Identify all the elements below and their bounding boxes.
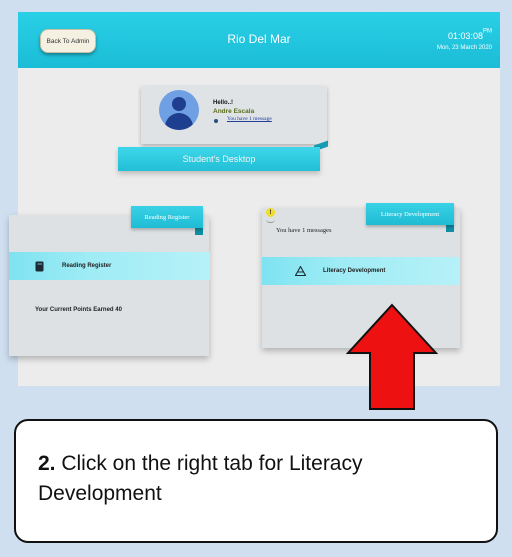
- avatar-icon: [159, 90, 199, 130]
- messages-count-text: You have 1 messages: [276, 227, 332, 234]
- book-icon: [33, 261, 45, 272]
- message-dot-icon: [214, 119, 218, 123]
- clock-date: Mon, 23 March 2020: [436, 45, 492, 51]
- tab-literacy-development[interactable]: Literacy Development: [366, 203, 454, 225]
- profile-card: Hello..! Andre Escala You have 1 message: [141, 86, 327, 144]
- clock: 01:03:08PM Mon, 23 March 2020: [437, 26, 492, 51]
- reading-register-band[interactable]: Reading Register: [9, 252, 210, 280]
- instruction-callout: 2. Click on the right tab for Literacy D…: [14, 419, 498, 543]
- user-name: Andre Escala: [213, 108, 255, 115]
- tab-reading-register[interactable]: Reading Register: [131, 206, 203, 228]
- alert-badge-icon: !: [266, 208, 275, 217]
- instruction-text: Click on the right tab for Literacy Deve…: [38, 452, 363, 505]
- literacy-development-label: Literacy Development: [323, 268, 386, 274]
- clock-time: 01:03:08: [447, 31, 483, 41]
- instruction-step: 2.: [38, 452, 56, 475]
- reading-register-label: Reading Register: [62, 263, 112, 269]
- pyramid-icon: [294, 266, 306, 276]
- points-text: Your Current Points Earned 40: [35, 307, 122, 313]
- literacy-development-band[interactable]: Literacy Development: [262, 257, 460, 285]
- reading-register-card: [9, 215, 209, 356]
- greeting: Hello..!: [213, 100, 234, 106]
- up-arrow-icon: [346, 303, 438, 410]
- top-bar: Back To Admin Rio Del Mar 01:03:08PM Mon…: [18, 12, 500, 68]
- students-desktop-ribbon: Student's Desktop: [118, 147, 320, 171]
- message-link[interactable]: You have 1 message: [227, 116, 272, 122]
- clock-ampm: PM: [483, 28, 492, 35]
- app-title: Rio Del Mar: [227, 32, 291, 46]
